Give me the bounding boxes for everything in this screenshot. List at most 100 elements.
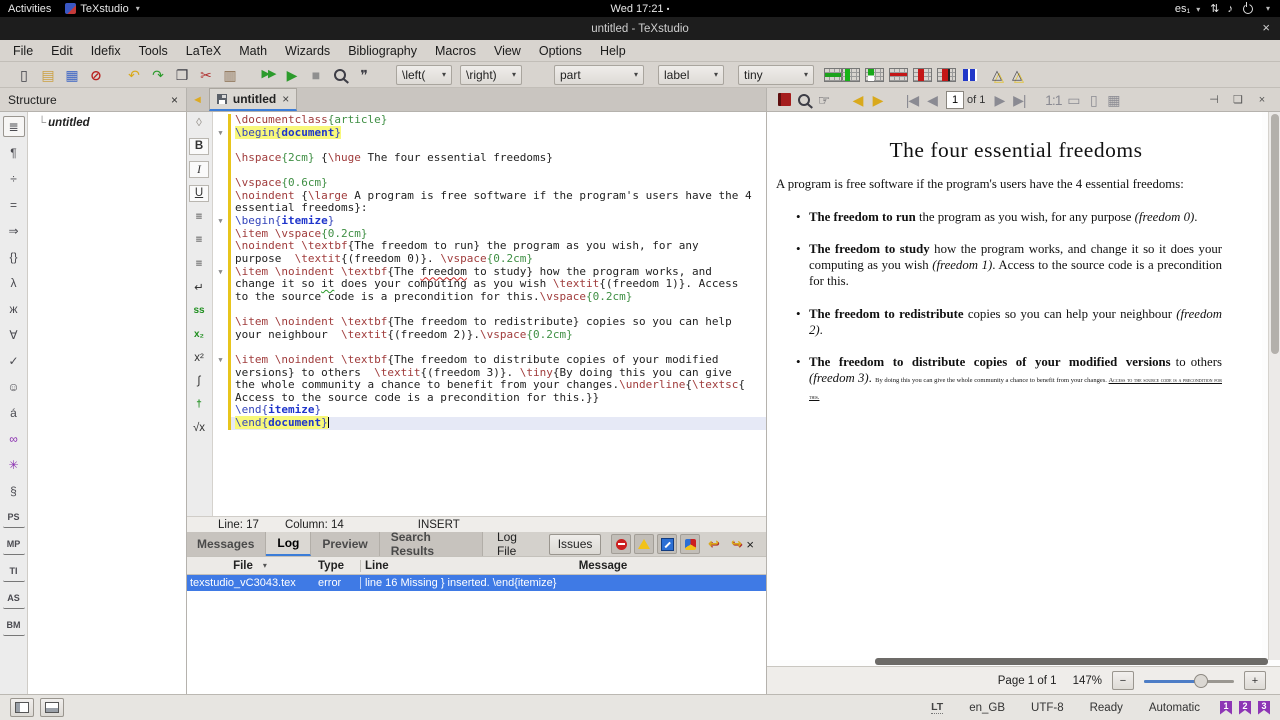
comment-icon[interactable]: ❞ [352,64,376,86]
align-center-icon[interactable]: ≡ [189,232,209,249]
align-left-icon[interactable]: ≡ [189,208,209,225]
language-tool-indicator[interactable]: LT [931,701,944,714]
fit-page-icon[interactable]: ▯ [1083,90,1103,110]
log-tab-messages[interactable]: Messages [186,532,267,556]
cyrillic-tab-icon[interactable]: ж [3,298,25,319]
structure-root-item[interactable]: └ untitled [28,112,186,129]
fold-arrow-icon[interactable]: ▼ [213,127,228,140]
compile-icon[interactable]: ▶ [280,64,304,86]
keyboard-layout-indicator[interactable]: es₁ ▾ [1175,3,1200,15]
menu-bibliography[interactable]: Bibliography [339,42,426,60]
detach-viewer-icon[interactable]: ❏ [1228,90,1248,110]
remove-row-icon[interactable] [886,64,910,86]
paste-icon[interactable]: ▥ [218,64,242,86]
menu-wizards[interactable]: Wizards [276,42,339,60]
prev-error-icon[interactable]: ↩ [703,534,723,554]
fontsize-dropdown[interactable]: tiny ▾ [738,64,814,85]
first-page-icon[interactable]: |◀ [902,90,922,110]
bold-icon[interactable]: B [189,137,209,155]
pdf-back-icon[interactable]: ◀ [848,90,868,110]
slider-handle[interactable] [1194,674,1208,688]
toggle-bottom-panel-button[interactable] [40,698,64,717]
fit-width-icon[interactable]: ▭ [1063,90,1083,110]
remove-column-icon[interactable] [910,64,934,86]
zoom-in-button[interactable]: + [1244,671,1266,690]
col-type-label[interactable]: Type [314,560,360,572]
close-viewer-icon[interactable]: × [1252,90,1272,110]
original-size-icon[interactable]: 1:1 [1043,90,1063,110]
wasysym-tab-icon[interactable]: ☺ [3,376,25,397]
line-ending-indicator[interactable]: Automatic [1149,702,1200,714]
cut-column-icon[interactable] [934,64,958,86]
sectioning-dropdown[interactable]: part ▾ [554,64,644,85]
next-page-icon[interactable]: ▶ [989,90,1009,110]
warnings-toggle-icon[interactable] [634,534,655,554]
operators-tab-icon[interactable]: = [3,194,25,215]
log-tab-preview[interactable]: Preview [311,532,380,556]
unicode-tab-icon[interactable]: ✳ [3,454,25,475]
menu-tools[interactable]: Tools [130,42,177,60]
menu-file[interactable]: File [4,42,42,60]
add-column-icon[interactable] [838,64,862,86]
scrollbar-thumb[interactable] [1270,114,1279,354]
reference-dropdown[interactable]: label ▾ [658,64,724,85]
menu-latex[interactable]: LaTeX [177,42,230,60]
log-tab-log[interactable]: Log [266,532,312,556]
underline-icon[interactable]: U [189,184,209,202]
brackets-tab-icon[interactable]: § [3,480,25,501]
tab-close-icon[interactable]: × [282,92,289,106]
stop-icon[interactable]: ■ [304,64,328,86]
bookmark-3[interactable]: 3 [1258,700,1270,715]
misc-text-tab-icon[interactable]: ✓ [3,350,25,371]
prev-todo-icon[interactable]: △ [1012,67,1022,83]
save-icon[interactable]: ▦ [60,64,84,86]
pdf-forward-icon[interactable]: ▶ [868,90,888,110]
bookmark-1[interactable]: 1 [1220,700,1232,715]
encoding-indicator[interactable]: UTF-8 [1031,702,1064,714]
pdf-vertical-scrollbar[interactable] [1268,112,1280,660]
next-error-icon[interactable]: ↪ [726,534,746,554]
mp-tab-icon[interactable]: MP [2,533,25,555]
copy-icon[interactable]: ❐ [170,64,194,86]
structure-tab-icon[interactable]: ≣ [2,116,25,137]
log-error-row[interactable]: texstudio_vC3043.tex error line 16 Missi… [186,575,766,591]
find-icon[interactable] [328,64,352,86]
errors-toggle-icon[interactable] [611,534,632,554]
superscript-icon[interactable]: x² [189,349,209,366]
menu-help[interactable]: Help [591,42,635,60]
misc-math-tab-icon[interactable]: ∀ [3,324,25,345]
grid-view-icon[interactable]: ▦ [1103,90,1123,110]
log-tab-search-results[interactable]: Search Results [379,530,483,558]
pdf-magnifier-icon[interactable] [794,90,814,110]
bookmarks-tab-icon[interactable]: ¶ [3,142,25,163]
align-columns-icon[interactable] [958,64,982,86]
log-close-icon[interactable]: × [746,537,754,552]
badboxes-toggle-icon[interactable] [657,534,678,554]
pdf-document-icon[interactable] [774,90,794,110]
right-delimiter-dropdown[interactable]: \right) ▾ [460,64,522,85]
col-line-label[interactable]: Line [360,559,440,572]
diff-icon[interactable]: ◊ [189,114,209,131]
spell-language-indicator[interactable]: en_GB [969,702,1005,714]
pdf-preview[interactable]: The four essential freedoms A program is… [767,112,1280,666]
prev-page-icon[interactable]: ◀ [922,90,942,110]
build-and-view-icon[interactable]: ▶▶ [256,64,280,86]
fold-arrow-icon[interactable]: ▼ [213,266,228,279]
close-document-icon[interactable]: ⊘ [84,64,108,86]
next-todo-icon[interactable]: △ [992,67,1002,83]
window-close-icon[interactable]: × [1262,20,1270,35]
open-file-icon[interactable]: ▤ [36,64,60,86]
ti-tab-icon[interactable]: TI [2,560,25,582]
ps-tab-icon[interactable]: PS [2,506,25,528]
delimiters-tab-icon[interactable]: {} [3,246,25,267]
left-delimiter-dropdown[interactable]: \left(▾ [396,64,452,85]
undo-icon[interactable]: ↶ [122,64,146,86]
tab-untitled[interactable]: untitled × [208,88,298,111]
special-tab-icon[interactable]: ∞ [3,428,25,449]
structure-close-icon[interactable]: × [171,93,178,107]
dagger-icon[interactable]: † [189,396,209,413]
paste-column-icon[interactable] [862,64,886,86]
italic-icon[interactable]: I [189,161,209,178]
show-all-toggle-icon[interactable] [680,534,701,554]
arrows-tab-icon[interactable]: ⇒ [3,220,25,241]
